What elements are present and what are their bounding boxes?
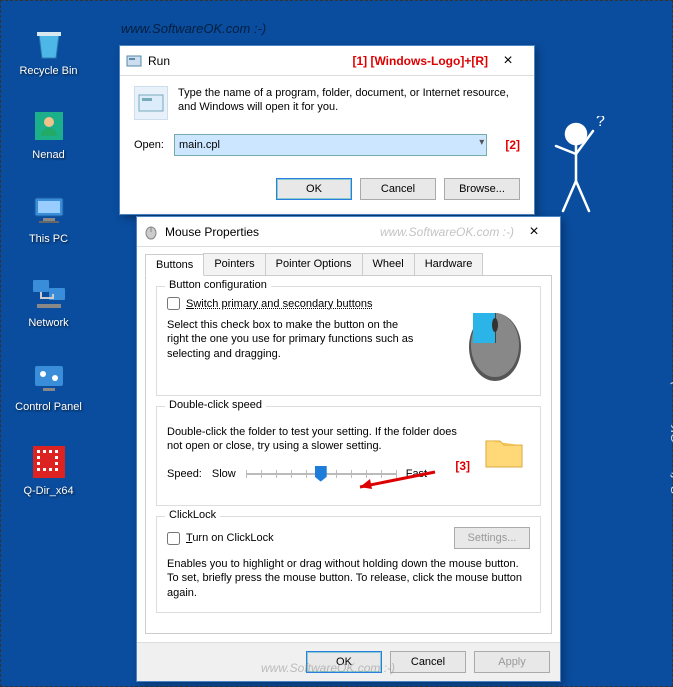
desktop-icon-recycle-bin[interactable]: Recycle Bin (11, 21, 86, 77)
tab-panel-buttons: Button configuration Switch primary and … (145, 275, 552, 634)
desktop-icon-qdir[interactable]: Q-Dir_x64 (11, 441, 86, 497)
desktop-icon-control-panel[interactable]: Control Panel (11, 357, 86, 413)
mouse-properties-dialog: Mouse Properties www.SoftwareOK.com :-) … (136, 216, 561, 682)
group-clicklock: ClickLock Turn on ClickLock Settings... … (156, 516, 541, 613)
desktop-icon-network[interactable]: Network (11, 273, 86, 329)
browse-button[interactable]: Browse... (444, 178, 520, 200)
watermark-side: www.SoftwareOK.com :-) (668, 381, 673, 526)
recycle-bin-icon (28, 21, 70, 63)
tab-wheel[interactable]: Wheel (362, 253, 415, 275)
slow-label: Slow (212, 468, 236, 480)
cancel-button[interactable]: Cancel (360, 178, 436, 200)
tab-pointer-options[interactable]: Pointer Options (265, 253, 363, 275)
chevron-down-icon[interactable]: ▾ (479, 137, 484, 148)
tabs: Buttons Pointers Pointer Options Wheel H… (137, 247, 560, 275)
group-title: Double-click speed (165, 399, 266, 411)
svg-text:?: ? (596, 116, 605, 130)
run-big-icon (134, 86, 168, 120)
network-icon (28, 273, 70, 315)
desktop-icon-label: Recycle Bin (11, 65, 86, 77)
open-input[interactable] (174, 134, 487, 156)
run-icon (126, 53, 142, 69)
user-icon (28, 105, 70, 147)
watermark-bottom: www.SoftwareOK.com :-) (261, 661, 395, 675)
watermark-top: www.SoftwareOK.com :-) (121, 21, 266, 36)
group-double-click-speed: Double-click speed Double-click the fold… (156, 406, 541, 506)
annotation-1: [1] [Windows-Logo]+[R] (352, 54, 488, 68)
run-title: Run (148, 54, 352, 68)
desktop-icon-label: Control Panel (11, 401, 86, 413)
mouse-illustration (460, 305, 530, 375)
annotation-2: [2] (505, 138, 520, 152)
desktop-icon-this-pc[interactable]: This PC (11, 189, 86, 245)
desktop-icons: Recycle Bin Nenad This PC Network Contro… (11, 21, 86, 525)
group-title: ClickLock (165, 509, 220, 521)
test-folder-icon[interactable] (482, 429, 526, 473)
desktop-icon-nenad[interactable]: Nenad (11, 105, 86, 161)
cancel-button[interactable]: Cancel (390, 651, 466, 673)
group-title: Button configuration (165, 279, 271, 291)
group-button-configuration: Button configuration Switch primary and … (156, 286, 541, 396)
clicklock-checkbox[interactable]: Turn on ClickLock (167, 532, 274, 545)
clicklock-settings-button: Settings... (454, 527, 530, 549)
checkbox-input[interactable] (167, 297, 180, 310)
group-description: Double-click the folder to test your set… (167, 425, 467, 454)
run-titlebar[interactable]: Run [1] [Windows-Logo]+[R] × (120, 46, 534, 76)
desktop-icon-label: Nenad (11, 149, 86, 161)
desktop-icon-label: Q-Dir_x64 (11, 485, 86, 497)
mp-titlebar[interactable]: Mouse Properties www.SoftwareOK.com :-) … (137, 217, 560, 247)
tab-hardware[interactable]: Hardware (414, 253, 484, 275)
run-description: Type the name of a program, folder, docu… (178, 86, 520, 115)
checkbox-input[interactable] (167, 532, 180, 545)
tab-pointers[interactable]: Pointers (203, 253, 265, 275)
run-dialog: Run [1] [Windows-Logo]+[R] × Type the na… (119, 45, 535, 215)
apply-button: Apply (474, 651, 550, 673)
watermark-mid: www.SoftwareOK.com :-) (380, 225, 514, 239)
tab-buttons[interactable]: Buttons (145, 254, 204, 276)
speed-label: Speed: (167, 468, 202, 480)
slider-thumb[interactable] (315, 466, 327, 482)
group-description: Select this check box to make the button… (167, 318, 417, 361)
control-panel-icon (28, 357, 70, 399)
desktop-icon-label: This PC (11, 233, 86, 245)
ok-button[interactable]: OK (276, 178, 352, 200)
group-description: Enables you to highlight or drag without… (167, 557, 530, 600)
mp-title: Mouse Properties (165, 225, 370, 239)
close-icon[interactable]: × (488, 52, 528, 70)
mouse-icon (143, 224, 159, 240)
open-label: Open: (134, 139, 164, 151)
qdir-icon (28, 441, 70, 483)
stick-figure: ? (541, 116, 611, 216)
pc-icon (28, 189, 70, 231)
desktop-icon-label: Network (11, 317, 86, 329)
close-icon[interactable]: × (514, 223, 554, 241)
